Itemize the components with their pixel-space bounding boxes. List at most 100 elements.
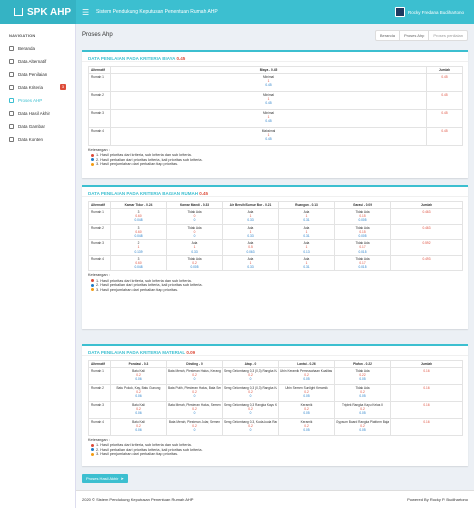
score-cell: Tidak Ada 0.2 0.005 [166, 254, 223, 272]
score-cell: Seng Gelombang 0,3 (0,3) Rangka Kayu Kel… [222, 367, 279, 385]
assessment-table: Alternatif Pondasi - 0.3 Dinding - 0 Atap -… [88, 360, 463, 436]
process-final-button[interactable]: Proses Hasil Akhir ➤ [82, 474, 128, 483]
score-cell: Keramik 0.2 0.05 [278, 401, 335, 419]
sidebar-item-data-hasil-akhir[interactable]: Data Hasil Akhir [0, 107, 75, 120]
score-cell: 3 0.60 0.048 [110, 254, 167, 272]
filter-icon [9, 72, 14, 77]
legend-dot-icon [91, 452, 94, 456]
panel-title: DATA PENILAIAN PADA KRITERIA BIAYA 0.45 [82, 52, 468, 62]
score-cell: Ada 1 0.31 [278, 208, 335, 225]
score-cell: Maksimal 1 0.45 [110, 127, 427, 146]
weighted-value: 0.05 [359, 394, 366, 399]
legend: Keterangan :1. Hasil prioritas dari krit… [82, 436, 468, 457]
legend-text: 2. Hasil perkalian dari prioritas kriter… [96, 447, 203, 452]
table-header: Lantai - 0.26 [278, 360, 335, 368]
score-cell: Gypsum Board Rangka Platform Baja Ringan… [334, 418, 391, 436]
score-cell: Minimal 1 0.45 [110, 91, 427, 110]
total-value: 0.493 [390, 254, 463, 272]
score-cell: Minimal 1 0.45 [110, 73, 427, 92]
score-cell: Tidak Ada 0.17 0.015 [334, 254, 391, 272]
panel-title-text: DATA PENILAIAN PADA KRITERIA BAGIAN RUMA… [88, 191, 198, 196]
sidebar-item-label: Data Kriteria [18, 85, 44, 90]
table-row: Rumah 2 Minimal 1 0.45 0.45 [88, 91, 463, 110]
page-title: Proses Ahp [82, 32, 113, 38]
score-cell: Ada 1 0.33 [222, 208, 279, 225]
legend-dot-icon [91, 288, 94, 292]
legend-text: 2. Hasil perkalian dari prioritas kriter… [96, 157, 203, 162]
weighted-value: 0.015 [358, 249, 367, 254]
score-cell: Seng Gelombang 0,3 Rangka Kayu Kelas II0… [222, 401, 279, 419]
score-cell: Batu Kali 0.2 0.06 [110, 418, 167, 436]
legend-text: 3. Hasil penjumlahan dari perkalian tiap… [96, 162, 179, 167]
panel-title: DATA PENILAIAN PADA KRITERIA MATERIAL 0.… [82, 346, 468, 356]
score-cell: Seng Gelombang 0.3, Kuda-kuda Rangka Bat… [222, 418, 279, 436]
breadcrumb-proses-ahp[interactable]: Proses Ahp [400, 30, 430, 40]
sidebar-item-proses-ahp[interactable]: Proses AHP [0, 94, 75, 107]
legend-text: 2. Hasil perkalian dari prioritas kriter… [96, 283, 203, 288]
breadcrumb-home[interactable]: Beranda [376, 30, 400, 40]
table-row: Rumah 1 Batu Kali 0.2 0.06 Bata Merah, Plest… [88, 367, 463, 385]
weighted-value: 0.048 [134, 218, 143, 223]
table-header: Alternatif [88, 360, 111, 368]
weighted-value: 0 [249, 411, 252, 416]
user-menu[interactable]: Rocky Fredana Budihartono [394, 7, 474, 17]
weighted-value: 0.31 [303, 218, 310, 223]
weighted-value: 0.05 [303, 377, 310, 382]
legend-item: 3. Hasil penjumlahan dari perkalian tiap… [88, 452, 462, 457]
alternative-name: Rumah 2 [88, 91, 111, 110]
home-icon [9, 46, 14, 51]
score-cell: Tidak Ada 0.2 0.05 [334, 384, 391, 402]
bagian-rumah-panel: DATA PENILAIAN PADA KRITERIA BAGIAN RUMA… [82, 185, 468, 329]
weighted-value: 0.015 [358, 265, 367, 270]
panel-title: DATA PENILAIAN PADA KRITERIA BAGIAN RUMA… [82, 187, 468, 197]
score-cell: Minimal 1 0.45 [110, 109, 427, 128]
total-value: 0.463 [390, 223, 463, 241]
legend-text: 3. Hasil penjumlahan dari perkalian tiap… [96, 452, 179, 457]
weighted-value: 0.005 [358, 218, 367, 223]
alternative-name: Rumah 4 [88, 418, 111, 436]
home-icon [14, 8, 23, 16]
total-value: 0.463 [390, 208, 463, 225]
alternative-name: Rumah 3 [88, 401, 111, 419]
sidebar-item-data-alternatif[interactable]: Data Alternatif [0, 55, 75, 68]
sidebar-item-data-konten[interactable]: Data Konten [0, 133, 75, 146]
table-header: Air Bersih/Sumur Bor - 0.21 [222, 201, 279, 209]
table-header: Alternatif [88, 66, 111, 74]
score-cell: 3 0.60 0.048 [110, 223, 167, 241]
menu-toggle-icon[interactable]: ☰ [82, 8, 90, 17]
sidebar-item-label: Data Konten [18, 137, 44, 142]
legend-text: 1. Hasil prioritas dari kriteria, sub kr… [96, 153, 192, 158]
legend-text: 1. Hasil prioritas dari kriteria, sub kr… [96, 278, 192, 283]
brand-logo[interactable]: SPK AHP [0, 0, 76, 24]
total-value: 0.592 [390, 239, 463, 256]
sidebar-item-data-gambar[interactable]: Data Gambar [0, 120, 75, 133]
table-row: Rumah 1 3 0.60 0.048 Tidak Ada 0 0 Ada 1 0.33 Ada 1… [88, 208, 463, 225]
alternative-name: Rumah 1 [88, 367, 111, 385]
total-value: 0.45 [426, 91, 463, 110]
footer-credit: Powered By Rocky P. Budihartono [407, 497, 468, 502]
score-cell: Ada 1 0.31 [278, 254, 335, 272]
legend-dot-icon [91, 279, 94, 283]
weighted-value: 0 [193, 233, 196, 238]
table-row: Rumah 2 Batu Pokok, Kay, Batu Gunung 0.2 0.… [88, 384, 463, 402]
weighted-value: 0 [193, 411, 196, 416]
score-cell: Batu Kali 0.2 0.06 [110, 401, 167, 419]
sidebar-item-beranda[interactable]: Beranda [0, 42, 75, 55]
sidebar-item-data-kriteria[interactable]: Data Kriteria 3 [0, 81, 75, 94]
weighted-value: 0 [193, 377, 196, 382]
sidebar-item-label: Proses AHP [18, 98, 43, 103]
weighted-value: 0.33 [247, 218, 254, 223]
consistency-ratio: 0.09 [186, 350, 196, 355]
weighted-value: 0.05 [359, 377, 366, 382]
sidebar-item-data-penilaian[interactable]: Data Penilaian [0, 68, 75, 81]
score-cell: Ubin Semen Sunlight Keramik 0.2 0.05 [278, 384, 335, 402]
biaya-panel: DATA PENILAIAN PADA KRITERIA BIAYA 0.45 A… [82, 50, 468, 178]
weighted-value: 0.45 [265, 137, 272, 142]
sidebar-item-label: Data Alternatif [18, 59, 47, 64]
alternative-name: Rumah 4 [88, 254, 111, 272]
sidebar-item-label: Data Gambar [18, 124, 46, 129]
score-cell: 3 0.60 0.048 [110, 208, 167, 225]
weighted-value: 0.45 [265, 83, 272, 88]
breadcrumb-current: Proses penilaian [433, 32, 463, 38]
weighted-value: 0.05 [359, 428, 366, 433]
